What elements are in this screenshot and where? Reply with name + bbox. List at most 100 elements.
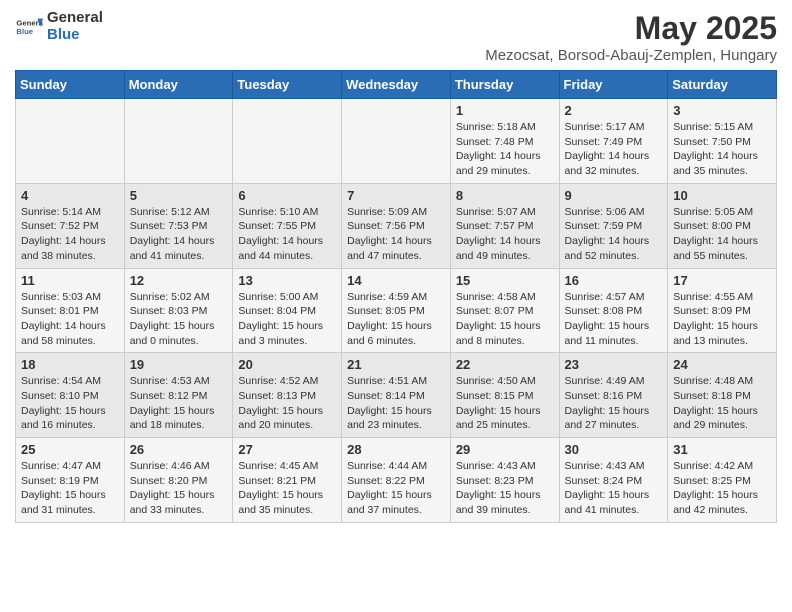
title-section: May 2025 Mezocsat, Borsod-Abauj-Zemplen,…: [485, 10, 777, 64]
calendar-body: 1Sunrise: 5:18 AMSunset: 7:48 PMDaylight…: [16, 99, 777, 523]
day-number: 11: [21, 273, 119, 288]
calendar-cell: 5 Sunrise: 5:12 AMSunset: 7:53 PMDaylight…: [124, 183, 233, 268]
day-info: Sunrise: 4:48 AMSunset: 8:18 PMDaylight:…: [673, 374, 771, 433]
calendar-cell: 24 Sunrise: 4:48 AMSunset: 8:18 PMDayligh…: [668, 353, 777, 438]
calendar-cell: 8Sunrise: 5:07 AMSunset: 7:57 PMDaylight…: [450, 183, 559, 268]
calendar-cell: 21Sunrise: 4:51 AMSunset: 8:14 PMDayligh…: [342, 353, 451, 438]
calendar-cell: 14 Sunrise: 4:59 AMSunset: 8:05 PMDayligh…: [342, 268, 451, 353]
day-info: Sunrise: 5:07 AMSunset: 7:57 PMDaylight:…: [456, 205, 554, 264]
day-info: Sunrise: 4:42 AMSunset: 8:25 PMDaylight:…: [673, 459, 771, 518]
calendar-table: SundayMondayTuesdayWednesdayThursdayFrid…: [15, 70, 777, 523]
calendar-cell: 23 Sunrise: 4:49 AMSunset: 8:16 PMDayligh…: [559, 353, 668, 438]
day-info: Sunrise: 5:09 AMSunset: 7:56 PMDaylight:…: [347, 205, 445, 264]
calendar-cell: 17 Sunrise: 4:55 AMSunset: 8:09 PMDayligh…: [668, 268, 777, 353]
calendar-cell: 28 Sunrise: 4:44 AMSunset: 8:22 PMDayligh…: [342, 438, 451, 523]
calendar-cell: 27Sunrise: 4:45 AMSunset: 8:21 PMDayligh…: [233, 438, 342, 523]
calendar-cell: 7 Sunrise: 5:09 AMSunset: 7:56 PMDaylight…: [342, 183, 451, 268]
weekday-header-saturday: Saturday: [668, 71, 777, 99]
calendar-cell: 6Sunrise: 5:10 AMSunset: 7:55 PMDaylight…: [233, 183, 342, 268]
calendar-cell: 16 Sunrise: 4:57 AMSunset: 8:08 PMDayligh…: [559, 268, 668, 353]
calendar-cell: [16, 99, 125, 184]
day-number: 21: [347, 357, 445, 372]
calendar-cell: 31 Sunrise: 4:42 AMSunset: 8:25 PMDayligh…: [668, 438, 777, 523]
svg-text:Blue: Blue: [16, 27, 33, 36]
day-info: Sunrise: 4:50 AMSunset: 8:15 PMDaylight:…: [456, 374, 554, 433]
day-info: Sunrise: 5:00 AMSunset: 8:04 PMDaylight:…: [238, 290, 336, 349]
day-info: Sunrise: 4:47 AMSunset: 8:19 PMDaylight:…: [21, 459, 119, 518]
day-info: Sunrise: 5:06 AMSunset: 7:59 PMDaylight:…: [565, 205, 663, 264]
calendar-cell: 22Sunrise: 4:50 AMSunset: 8:15 PMDayligh…: [450, 353, 559, 438]
weekday-header-monday: Monday: [124, 71, 233, 99]
day-number: 20: [238, 357, 336, 372]
day-info: Sunrise: 5:05 AMSunset: 8:00 PMDaylight:…: [673, 205, 771, 264]
day-info: Sunrise: 4:43 AMSunset: 8:24 PMDaylight:…: [565, 459, 663, 518]
day-info: Sunrise: 4:53 AMSunset: 8:12 PMDaylight:…: [130, 374, 228, 433]
day-number: 24: [673, 357, 771, 372]
day-number: 10: [673, 188, 771, 203]
calendar-cell: 25 Sunrise: 4:47 AMSunset: 8:19 PMDayligh…: [16, 438, 125, 523]
day-info: Sunrise: 5:14 AMSunset: 7:52 PMDaylight:…: [21, 205, 119, 264]
calendar-cell: [342, 99, 451, 184]
calendar-cell: [233, 99, 342, 184]
calendar-week-row: 11 Sunrise: 5:03 AMSunset: 8:01 PMDayligh…: [16, 268, 777, 353]
calendar-cell: 9Sunrise: 5:06 AMSunset: 7:59 PMDaylight…: [559, 183, 668, 268]
calendar-cell: 15 Sunrise: 4:58 AMSunset: 8:07 PMDayligh…: [450, 268, 559, 353]
day-info: Sunrise: 4:57 AMSunset: 8:08 PMDaylight:…: [565, 290, 663, 349]
header: General Blue General Blue May 2025 Mezoc…: [15, 10, 777, 64]
day-info: Sunrise: 4:52 AMSunset: 8:13 PMDaylight:…: [238, 374, 336, 433]
day-info: Sunrise: 4:55 AMSunset: 8:09 PMDaylight:…: [673, 290, 771, 349]
calendar-cell: 26 Sunrise: 4:46 AMSunset: 8:20 PMDayligh…: [124, 438, 233, 523]
day-info: Sunrise: 5:03 AMSunset: 8:01 PMDaylight:…: [21, 290, 119, 349]
day-number: 14: [347, 273, 445, 288]
day-number: 25: [21, 442, 119, 457]
day-info: Sunrise: 4:43 AMSunset: 8:23 PMDaylight:…: [456, 459, 554, 518]
day-number: 16: [565, 273, 663, 288]
day-number: 23: [565, 357, 663, 372]
day-number: 29: [456, 442, 554, 457]
day-number: 7: [347, 188, 445, 203]
weekday-header-thursday: Thursday: [450, 71, 559, 99]
day-info: Sunrise: 5:18 AMSunset: 7:48 PMDaylight:…: [456, 120, 554, 179]
day-info: Sunrise: 4:59 AMSunset: 8:05 PMDaylight:…: [347, 290, 445, 349]
calendar-cell: 10 Sunrise: 5:05 AMSunset: 8:00 PMDayligh…: [668, 183, 777, 268]
logo-icon: General Blue: [15, 13, 43, 41]
day-number: 5: [130, 188, 228, 203]
day-info: Sunrise: 4:44 AMSunset: 8:22 PMDaylight:…: [347, 459, 445, 518]
calendar-title: May 2025: [485, 10, 777, 47]
day-number: 13: [238, 273, 336, 288]
calendar-cell: 18 Sunrise: 4:54 AMSunset: 8:10 PMDayligh…: [16, 353, 125, 438]
day-number: 17: [673, 273, 771, 288]
calendar-cell: 3Sunrise: 5:15 AMSunset: 7:50 PMDaylight…: [668, 99, 777, 184]
calendar-week-row: 25 Sunrise: 4:47 AMSunset: 8:19 PMDayligh…: [16, 438, 777, 523]
calendar-cell: 11 Sunrise: 5:03 AMSunset: 8:01 PMDayligh…: [16, 268, 125, 353]
day-number: 27: [238, 442, 336, 457]
weekday-header-wednesday: Wednesday: [342, 71, 451, 99]
calendar-cell: 1Sunrise: 5:18 AMSunset: 7:48 PMDaylight…: [450, 99, 559, 184]
logo-general-text: General: [47, 10, 103, 27]
calendar-subtitle: Mezocsat, Borsod-Abauj-Zemplen, Hungary: [485, 47, 777, 64]
day-number: 19: [130, 357, 228, 372]
day-info: Sunrise: 4:54 AMSunset: 8:10 PMDaylight:…: [21, 374, 119, 433]
day-info: Sunrise: 5:02 AMSunset: 8:03 PMDaylight:…: [130, 290, 228, 349]
day-number: 31: [673, 442, 771, 457]
day-info: Sunrise: 4:58 AMSunset: 8:07 PMDaylight:…: [456, 290, 554, 349]
weekday-header-tuesday: Tuesday: [233, 71, 342, 99]
calendar-cell: 20 Sunrise: 4:52 AMSunset: 8:13 PMDayligh…: [233, 353, 342, 438]
day-number: 2: [565, 103, 663, 118]
calendar-cell: 30 Sunrise: 4:43 AMSunset: 8:24 PMDayligh…: [559, 438, 668, 523]
day-number: 15: [456, 273, 554, 288]
day-number: 4: [21, 188, 119, 203]
day-number: 30: [565, 442, 663, 457]
day-info: Sunrise: 4:49 AMSunset: 8:16 PMDaylight:…: [565, 374, 663, 433]
logo: General Blue General Blue: [15, 10, 103, 43]
calendar-cell: 2Sunrise: 5:17 AMSunset: 7:49 PMDaylight…: [559, 99, 668, 184]
day-number: 18: [21, 357, 119, 372]
day-info: Sunrise: 4:46 AMSunset: 8:20 PMDaylight:…: [130, 459, 228, 518]
calendar-cell: 29 Sunrise: 4:43 AMSunset: 8:23 PMDayligh…: [450, 438, 559, 523]
day-info: Sunrise: 5:12 AMSunset: 7:53 PMDaylight:…: [130, 205, 228, 264]
day-number: 28: [347, 442, 445, 457]
day-number: 26: [130, 442, 228, 457]
day-number: 3: [673, 103, 771, 118]
calendar-week-row: 4 Sunrise: 5:14 AMSunset: 7:52 PMDaylight…: [16, 183, 777, 268]
calendar-week-row: 18 Sunrise: 4:54 AMSunset: 8:10 PMDayligh…: [16, 353, 777, 438]
